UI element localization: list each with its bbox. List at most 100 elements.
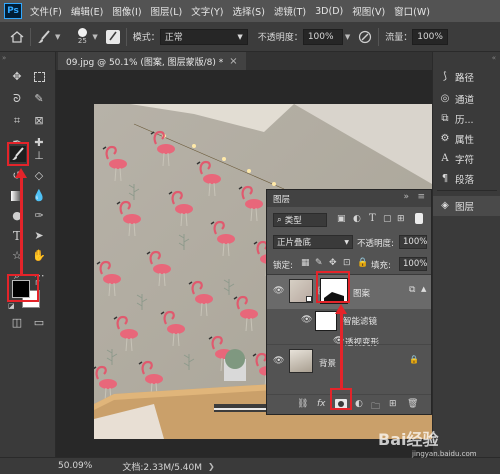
lock-all-icon[interactable]: 🔒 — [357, 258, 368, 268]
brush-settings-panel-icon[interactable] — [105, 29, 120, 44]
toolbar-collapse-icon[interactable]: » — [2, 54, 6, 62]
new-adjustment-layer-icon[interactable]: ◐ — [355, 399, 363, 409]
document-tab[interactable]: 09.jpg @ 50.1% (图案, 图层蒙版/8) * × — [58, 52, 246, 70]
document-info[interactable]: 文档:2.33M/5.40M — [122, 460, 202, 473]
smart-filter-mask-thumbnail[interactable] — [315, 311, 337, 331]
menu-3d[interactable]: 3D(D) — [315, 6, 343, 17]
brush-tool-icon[interactable] — [37, 29, 53, 44]
tool-preset-dropdown-icon[interactable]: ▼ — [55, 33, 60, 41]
collapse-panel-icon[interactable]: » — [403, 192, 409, 202]
link-layers-icon[interactable]: ⛓ — [297, 399, 308, 409]
marquee-tool-icon[interactable] — [32, 70, 46, 84]
layer-opacity-field[interactable]: 100% — [399, 235, 427, 249]
filter-adjustment-icon[interactable]: ◐ — [353, 214, 361, 224]
panel-menu-icon[interactable]: ≡ — [417, 192, 425, 202]
background-layer-thumbnail[interactable] — [289, 349, 313, 373]
options-bar: ▼ 25 ▼ 模式： 正常 ▼ 不透明度： 100% ▼ 流量： 100% — [0, 22, 500, 52]
eraser-tool-icon[interactable]: ◇ — [32, 169, 46, 183]
pen-tool-icon[interactable]: ✑ — [32, 209, 46, 223]
new-layer-icon[interactable]: ⊞ — [389, 399, 397, 409]
lock-transparent-icon[interactable]: ▦ — [301, 258, 310, 268]
visibility-eye-icon[interactable]: 👁 — [273, 286, 284, 296]
status-menu-icon[interactable]: ❯ — [208, 462, 215, 471]
close-tab-icon[interactable]: × — [229, 56, 237, 67]
lasso-tool-icon[interactable]: ᘐ — [10, 92, 24, 106]
annotation-arrow-tool-head — [15, 168, 27, 178]
home-icon[interactable] — [10, 30, 24, 43]
menu-type[interactable]: 文字(Y) — [191, 4, 223, 18]
annotation-brush-tool-box — [7, 142, 29, 166]
layers-panel-button[interactable]: ◈ 图层 — [433, 196, 500, 216]
layer-row-background[interactable]: 👁 背景 🔒 — [267, 344, 431, 378]
zoom-level[interactable]: 50.09% — [58, 461, 92, 471]
flow-field[interactable]: 100% — [412, 28, 449, 45]
paths-label: 路径 — [455, 73, 475, 84]
menu-filter[interactable]: 滤镜(T) — [274, 4, 306, 18]
properties-panel-button[interactable]: ⚙ 属性 — [439, 132, 475, 146]
menu-file[interactable]: 文件(F) — [30, 4, 62, 18]
healing-brush-tool-icon[interactable]: ✚ — [32, 136, 46, 150]
screen-mode-icon[interactable]: ▭ — [32, 316, 46, 330]
foreground-color-swatch[interactable] — [12, 280, 30, 298]
layers-panel-header[interactable]: 图层 » ≡ — [267, 190, 431, 207]
history-panel-button[interactable]: ⧉ 历... — [439, 112, 473, 126]
menu-select[interactable]: 选择(S) — [232, 4, 264, 18]
filter-toggle-icon[interactable] — [415, 213, 423, 224]
flow-label: 流量： — [385, 33, 413, 43]
add-layer-style-button[interactable]: fx — [317, 399, 326, 409]
filter-type-icon[interactable]: T — [369, 213, 376, 224]
filter-smart-object-icon[interactable]: ⊞ — [397, 214, 405, 224]
chevron-down-icon: ▼ — [237, 32, 243, 41]
brush-picker-dropdown-icon[interactable]: ▼ — [92, 33, 97, 41]
menu-image[interactable]: 图像(I) — [112, 4, 141, 18]
delete-layer-icon[interactable]: 🗑 — [407, 399, 418, 409]
pressure-opacity-icon[interactable] — [358, 30, 372, 44]
paragraph-panel-button[interactable]: ¶ 段落 — [439, 172, 474, 186]
new-group-icon[interactable]: 🗀 — [371, 399, 380, 415]
menu-view[interactable]: 视图(V) — [352, 4, 385, 18]
opacity-dropdown-icon[interactable]: ▼ — [345, 33, 350, 41]
blend-mode-value: 正片叠底 — [277, 238, 312, 248]
layer-filter-select[interactable]: ⌕ 类型 — [273, 213, 327, 227]
menu-edit[interactable]: 编辑(E) — [71, 4, 103, 18]
filter-shape-icon[interactable]: ▢ — [383, 214, 392, 224]
crop-tool-icon[interactable]: ⌗ — [10, 114, 24, 128]
opacity-value: 100% — [307, 31, 334, 42]
visibility-eye-icon[interactable]: 👁 — [301, 315, 312, 325]
brush-preset-picker[interactable]: 25 — [72, 28, 92, 45]
mode-select[interactable]: 正常 ▼ — [159, 28, 248, 45]
opacity-field[interactable]: 100% — [302, 28, 343, 45]
layer-name[interactable]: 图案 — [353, 287, 370, 299]
blend-mode-select[interactable]: 正片叠底 ▼ — [273, 235, 353, 249]
visibility-eye-icon[interactable]: 👁 — [273, 356, 284, 366]
menu-window[interactable]: 窗口(W) — [394, 4, 430, 18]
filter-pixel-icon[interactable]: ▣ — [337, 214, 346, 224]
expand-effects-icon[interactable]: ▲ — [421, 285, 426, 293]
clone-stamp-tool-icon[interactable]: ⊥ — [32, 149, 46, 163]
photoshop-logo[interactable]: Ps — [4, 3, 22, 19]
paths-panel-button[interactable]: ⟆ 路径 — [439, 70, 474, 84]
layer-name[interactable]: 背景 — [319, 357, 336, 369]
move-tool-icon[interactable]: ✥ — [10, 70, 24, 84]
blur-tool-icon[interactable]: 💧 — [32, 189, 46, 203]
frame-tool-icon[interactable]: ⊠ — [32, 114, 46, 128]
channels-panel-button[interactable]: ◎ 通道 — [439, 92, 474, 106]
layer-thumbnail[interactable] — [289, 279, 313, 303]
default-colors-icon[interactable]: ◪ — [8, 302, 15, 310]
quick-mask-icon[interactable]: ◫ — [10, 316, 24, 330]
character-panel-button[interactable]: A 字符 — [439, 152, 474, 166]
lock-image-icon[interactable]: ✎ — [315, 258, 323, 268]
annotation-arrow-tool-shaft — [20, 176, 23, 276]
layers-panel-title[interactable]: 图层 — [273, 193, 290, 205]
lock-position-icon[interactable]: ✥ — [329, 258, 337, 268]
panel-dock-collapse-icon[interactable]: « — [492, 54, 496, 62]
fill-field[interactable]: 100% — [399, 257, 427, 271]
path-selection-tool-icon[interactable]: ➤ — [32, 229, 46, 243]
hand-tool-icon[interactable]: ✋ — [32, 249, 46, 263]
tools-panel: » ✥ ᘐ ✎ ⌗ ⊠ ✒ ✚ ⊥ ↺ ◇ 💧 ● ✑ T ➤ ☆ ✋ ⌕ ⋯ … — [0, 52, 56, 457]
smart-filters-row[interactable]: 👁 智能滤镜 — [267, 309, 431, 333]
character-label: 字符 — [455, 155, 475, 166]
lock-artboard-icon[interactable]: ⊡ — [343, 258, 351, 268]
quick-select-tool-icon[interactable]: ✎ — [32, 92, 46, 106]
menu-layer[interactable]: 图层(L) — [151, 4, 183, 18]
